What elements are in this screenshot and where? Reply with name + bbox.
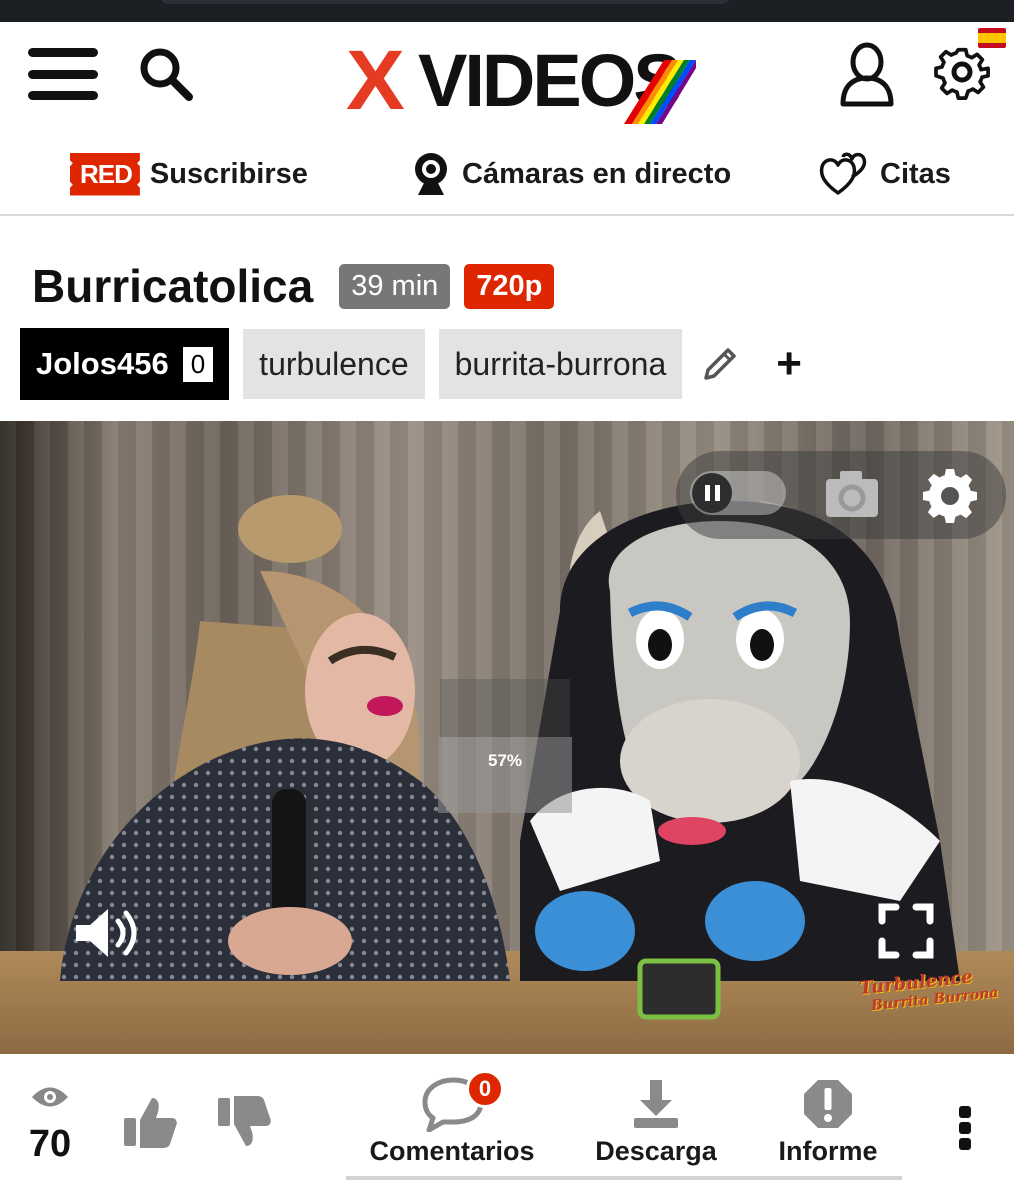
download-icon — [634, 1080, 678, 1128]
thumbs-up-icon[interactable] — [120, 1092, 180, 1152]
tag-turbulence[interactable]: turbulence — [243, 329, 425, 399]
more-options-icon[interactable] — [954, 1106, 976, 1150]
report-button[interactable]: Informe — [772, 1076, 884, 1167]
logo-x: X — [346, 33, 405, 127]
volume-icon[interactable] — [72, 905, 144, 961]
dates-label: Citas — [880, 157, 951, 190]
live-cams-label: Cámaras en directo — [462, 157, 732, 190]
download-button[interactable]: Descarga — [592, 1076, 720, 1167]
video-actions-bar: 70 0 Comentarios Descarga Informe — [0, 1054, 1014, 1200]
status-notch — [160, 0, 730, 4]
site-logo[interactable]: X VIDEOS — [346, 36, 696, 124]
actions-underline — [346, 1176, 902, 1180]
subscribe-label: Suscribirse — [149, 157, 308, 190]
comments-label: Comentarios — [369, 1136, 535, 1166]
fullscreen-icon[interactable] — [878, 903, 934, 959]
dates-link[interactable]: Citas — [818, 146, 951, 202]
view-count: 70 — [22, 1084, 78, 1166]
video-title: Burricatolica — [32, 260, 314, 312]
add-tag-button[interactable]: + — [776, 339, 802, 389]
eye-icon — [32, 1087, 68, 1107]
webcam-icon — [415, 153, 447, 195]
report-label: Informe — [778, 1136, 878, 1166]
alert-octagon-icon — [804, 1080, 852, 1128]
thumbs-down-icon[interactable] — [214, 1092, 274, 1152]
tag-burrita-burrona[interactable]: burrita-burrona — [438, 329, 683, 399]
site-header: X VIDEOS — [0, 22, 1014, 132]
uploader-name: Jolos456 — [36, 346, 169, 381]
comments-button[interactable]: 0 Comentarios — [366, 1070, 538, 1167]
live-cams-link[interactable]: Cámaras en directo — [410, 146, 731, 202]
search-icon[interactable] — [134, 42, 198, 106]
user-icon[interactable] — [836, 40, 898, 110]
resolution-badge: 720p — [464, 263, 555, 309]
player-settings-gear-icon[interactable] — [920, 465, 980, 525]
progress-percent: 57% — [487, 751, 523, 770]
pause-toggle[interactable] — [690, 471, 786, 515]
tags-row: Jolos456 0 turbulence burrita-burrona + — [20, 328, 802, 400]
uploader-tag[interactable]: Jolos456 0 — [20, 328, 230, 400]
screenshot-camera-icon[interactable] — [822, 465, 882, 523]
edit-tags-pencil-icon[interactable] — [700, 344, 740, 384]
pause-icon — [692, 473, 732, 513]
pride-rainbow-icon — [624, 60, 696, 124]
views-number: 70 — [28, 1123, 72, 1165]
red-badge: RED — [70, 152, 140, 196]
menu-icon[interactable] — [26, 42, 100, 106]
gear-icon[interactable] — [930, 40, 994, 104]
video-title-row: Burricatolica 39 min 720p — [32, 254, 555, 318]
download-label: Descarga — [595, 1136, 717, 1166]
spain-flag-icon[interactable] — [978, 28, 1006, 48]
comments-count-badge: 0 — [466, 1070, 504, 1108]
secondary-nav: RED Suscribirse Cámaras en directo Citas — [0, 136, 1014, 216]
hearts-icon — [819, 152, 867, 195]
duration-badge: 39 min — [339, 263, 451, 309]
video-player[interactable]: 57% Turbulence Burrita Burrona — [0, 421, 1014, 1054]
subscribe-red-link[interactable]: RED Suscribirse — [70, 146, 308, 202]
uploader-count: 0 — [182, 346, 214, 382]
progress-tooltip: 57% — [438, 737, 572, 813]
progress-tooltip-top — [440, 679, 570, 737]
system-status-bar — [0, 0, 1014, 22]
